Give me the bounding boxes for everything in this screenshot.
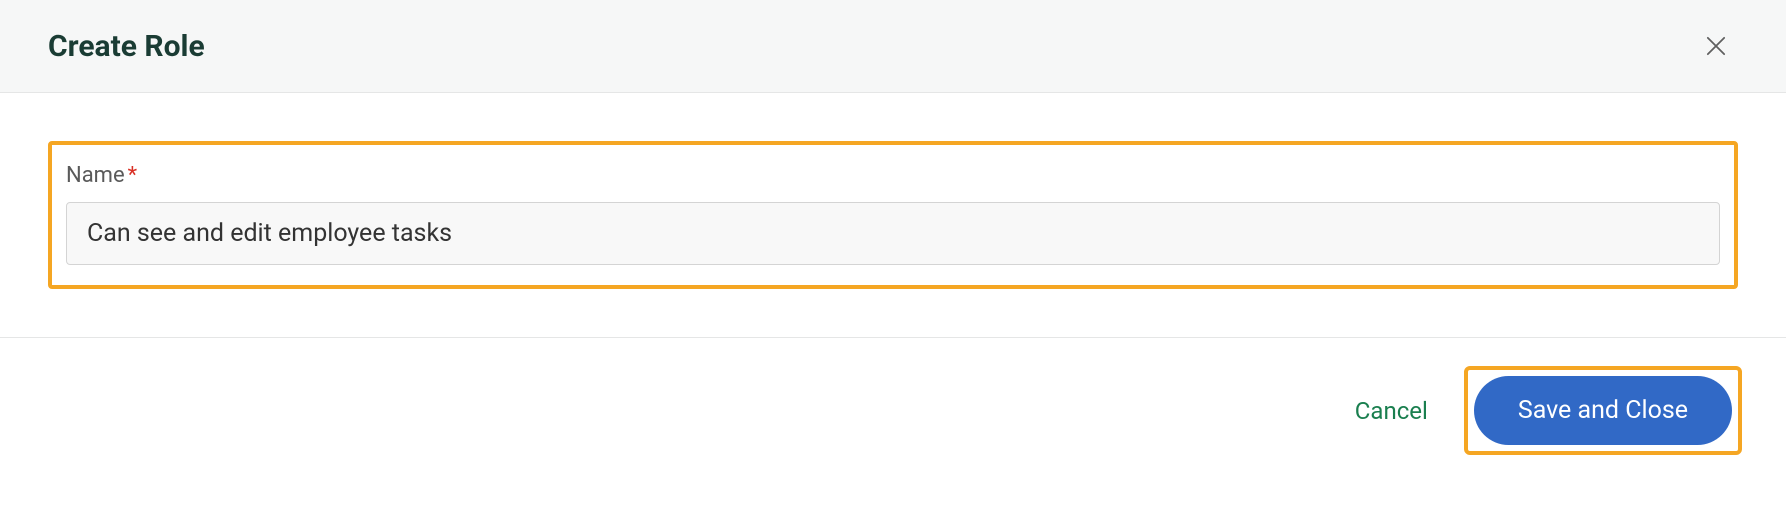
required-indicator: * [128, 163, 137, 188]
name-field-highlight: Name* [48, 141, 1738, 289]
name-label-text: Name [66, 163, 125, 188]
cancel-button[interactable]: Cancel [1347, 385, 1436, 437]
form-section: Name* [0, 93, 1786, 338]
dialog-header: Create Role [0, 0, 1786, 93]
save-and-close-button[interactable]: Save and Close [1474, 376, 1732, 445]
page-title: Create Role [48, 29, 205, 64]
save-button-highlight: Save and Close [1464, 366, 1742, 455]
name-field-label: Name* [66, 163, 1720, 188]
name-input[interactable] [66, 202, 1720, 265]
close-button[interactable] [1694, 24, 1738, 68]
close-icon [1702, 32, 1730, 60]
dialog-footer: Cancel Save and Close [0, 338, 1786, 483]
